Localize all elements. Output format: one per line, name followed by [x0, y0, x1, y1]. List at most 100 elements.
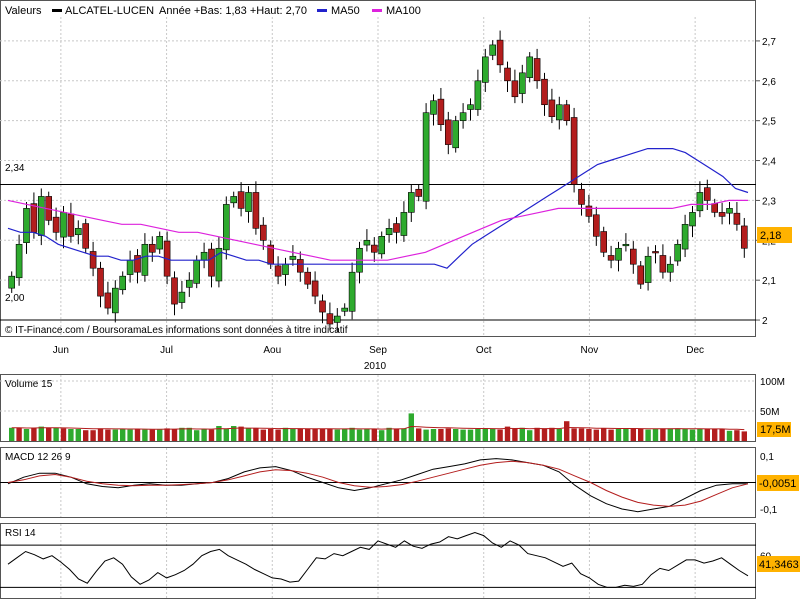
- volume-bar: [741, 431, 747, 441]
- ref-label-high: 2,34: [5, 163, 25, 174]
- volume-bar: [645, 429, 651, 441]
- volume-bar: [282, 427, 289, 441]
- volume-bar: [719, 429, 725, 441]
- year-label: 2010: [364, 361, 387, 372]
- candle-body: [622, 243, 630, 247]
- volume-bar: [638, 429, 644, 441]
- candle-body: [681, 224, 689, 250]
- volume-bar: [430, 429, 437, 441]
- volume-bar: [327, 429, 333, 441]
- candle-body: [711, 203, 719, 213]
- candle-body: [23, 208, 30, 243]
- volume-bar: [275, 429, 281, 441]
- volume-bar: [342, 429, 348, 441]
- candle-body: [171, 277, 178, 305]
- candle-body: [674, 243, 682, 262]
- candle-body: [37, 196, 45, 236]
- candle-body: [496, 39, 504, 66]
- volume-bar: [497, 429, 503, 441]
- candle-body: [282, 263, 289, 275]
- volume-bar: [319, 429, 326, 441]
- volume-bar: [31, 427, 37, 441]
- volume-bar: [726, 430, 733, 441]
- candle-body: [437, 98, 445, 125]
- candle-body: [15, 243, 23, 279]
- credits-text: © IT-Finance.com / BoursoramaLes informa…: [5, 325, 348, 336]
- volume-bar: [519, 427, 525, 441]
- candle-body: [341, 307, 349, 312]
- candle-body: [370, 244, 378, 253]
- candle-body: [696, 192, 704, 212]
- y-tick-label: 2,3: [762, 196, 776, 207]
- candle-body: [126, 259, 134, 275]
- candle-body: [385, 228, 393, 236]
- candle-body: [333, 315, 341, 323]
- candle-body: [422, 112, 430, 202]
- candle-body: [740, 225, 748, 249]
- volume-bar: [260, 429, 266, 441]
- candle-body: [607, 255, 615, 261]
- volume-bar: [312, 429, 318, 441]
- candle-body: [415, 188, 423, 197]
- volume-title: Volume 15: [5, 379, 53, 390]
- volume-bar: [23, 429, 30, 441]
- x-tick-label: Dec: [686, 345, 704, 356]
- candle-body: [467, 104, 474, 110]
- candle-body: [363, 240, 371, 246]
- candle-body: [60, 212, 67, 238]
- candle-body: [30, 203, 38, 233]
- volume-last-value: 17,5M: [760, 424, 791, 436]
- legend-valeurs: Valeurs: [5, 5, 42, 17]
- candle-body: [637, 265, 645, 285]
- volume-bar: [134, 429, 141, 441]
- candle-body: [52, 216, 60, 233]
- volume-bar: [75, 429, 81, 441]
- volume-bar: [689, 429, 696, 441]
- candle-body: [319, 300, 326, 313]
- volume-tick-label: 100M: [760, 377, 785, 388]
- candle-body: [489, 44, 497, 56]
- candle-body: [112, 287, 119, 314]
- volume-bar: [349, 427, 355, 441]
- candle-body: [474, 80, 482, 110]
- candle-body: [89, 251, 97, 269]
- volume-bar: [46, 427, 52, 441]
- macd-tick-label: 0,1: [760, 452, 774, 463]
- volume-bar: [112, 429, 118, 441]
- volume-bar: [149, 429, 155, 441]
- candle-body: [452, 120, 460, 149]
- candle-body: [67, 213, 75, 237]
- candle-body: [407, 192, 415, 213]
- candle-body: [511, 80, 519, 98]
- volume-bar: [194, 430, 200, 441]
- candle-body: [230, 196, 237, 204]
- x-tick-label: Aou: [263, 345, 281, 356]
- candle-body: [193, 259, 200, 284]
- volume-bar: [445, 428, 451, 441]
- volume-bar: [290, 429, 296, 441]
- volume-bar: [615, 429, 622, 441]
- volume-bar: [660, 428, 666, 441]
- volume-bar: [593, 429, 599, 441]
- candle-body: [666, 263, 674, 273]
- candle-body: [526, 56, 534, 78]
- candle-body: [156, 236, 163, 250]
- candle-body: [141, 243, 149, 276]
- volume-bar: [9, 427, 15, 441]
- volume-bar: [238, 426, 244, 441]
- volume-bar: [423, 429, 429, 441]
- volume-bar: [305, 429, 311, 441]
- legend-series-swatch: [52, 9, 62, 12]
- volume-bar: [512, 429, 518, 441]
- volume-bar: [475, 429, 481, 441]
- candle-body: [178, 291, 186, 303]
- volume-bar: [630, 428, 636, 441]
- candle-body: [518, 72, 526, 94]
- stock-chart: JunJulAouSepOctNovDec22,12,22,32,42,52,6…: [0, 0, 800, 599]
- legend-ma50-swatch: [317, 9, 327, 12]
- volume-bar: [127, 429, 133, 441]
- candle-body: [311, 280, 319, 297]
- candle-body: [541, 78, 548, 106]
- volume-bar: [53, 427, 59, 441]
- legend-range: Année +Bas: 1,83 +Haut: 2,70: [159, 5, 307, 17]
